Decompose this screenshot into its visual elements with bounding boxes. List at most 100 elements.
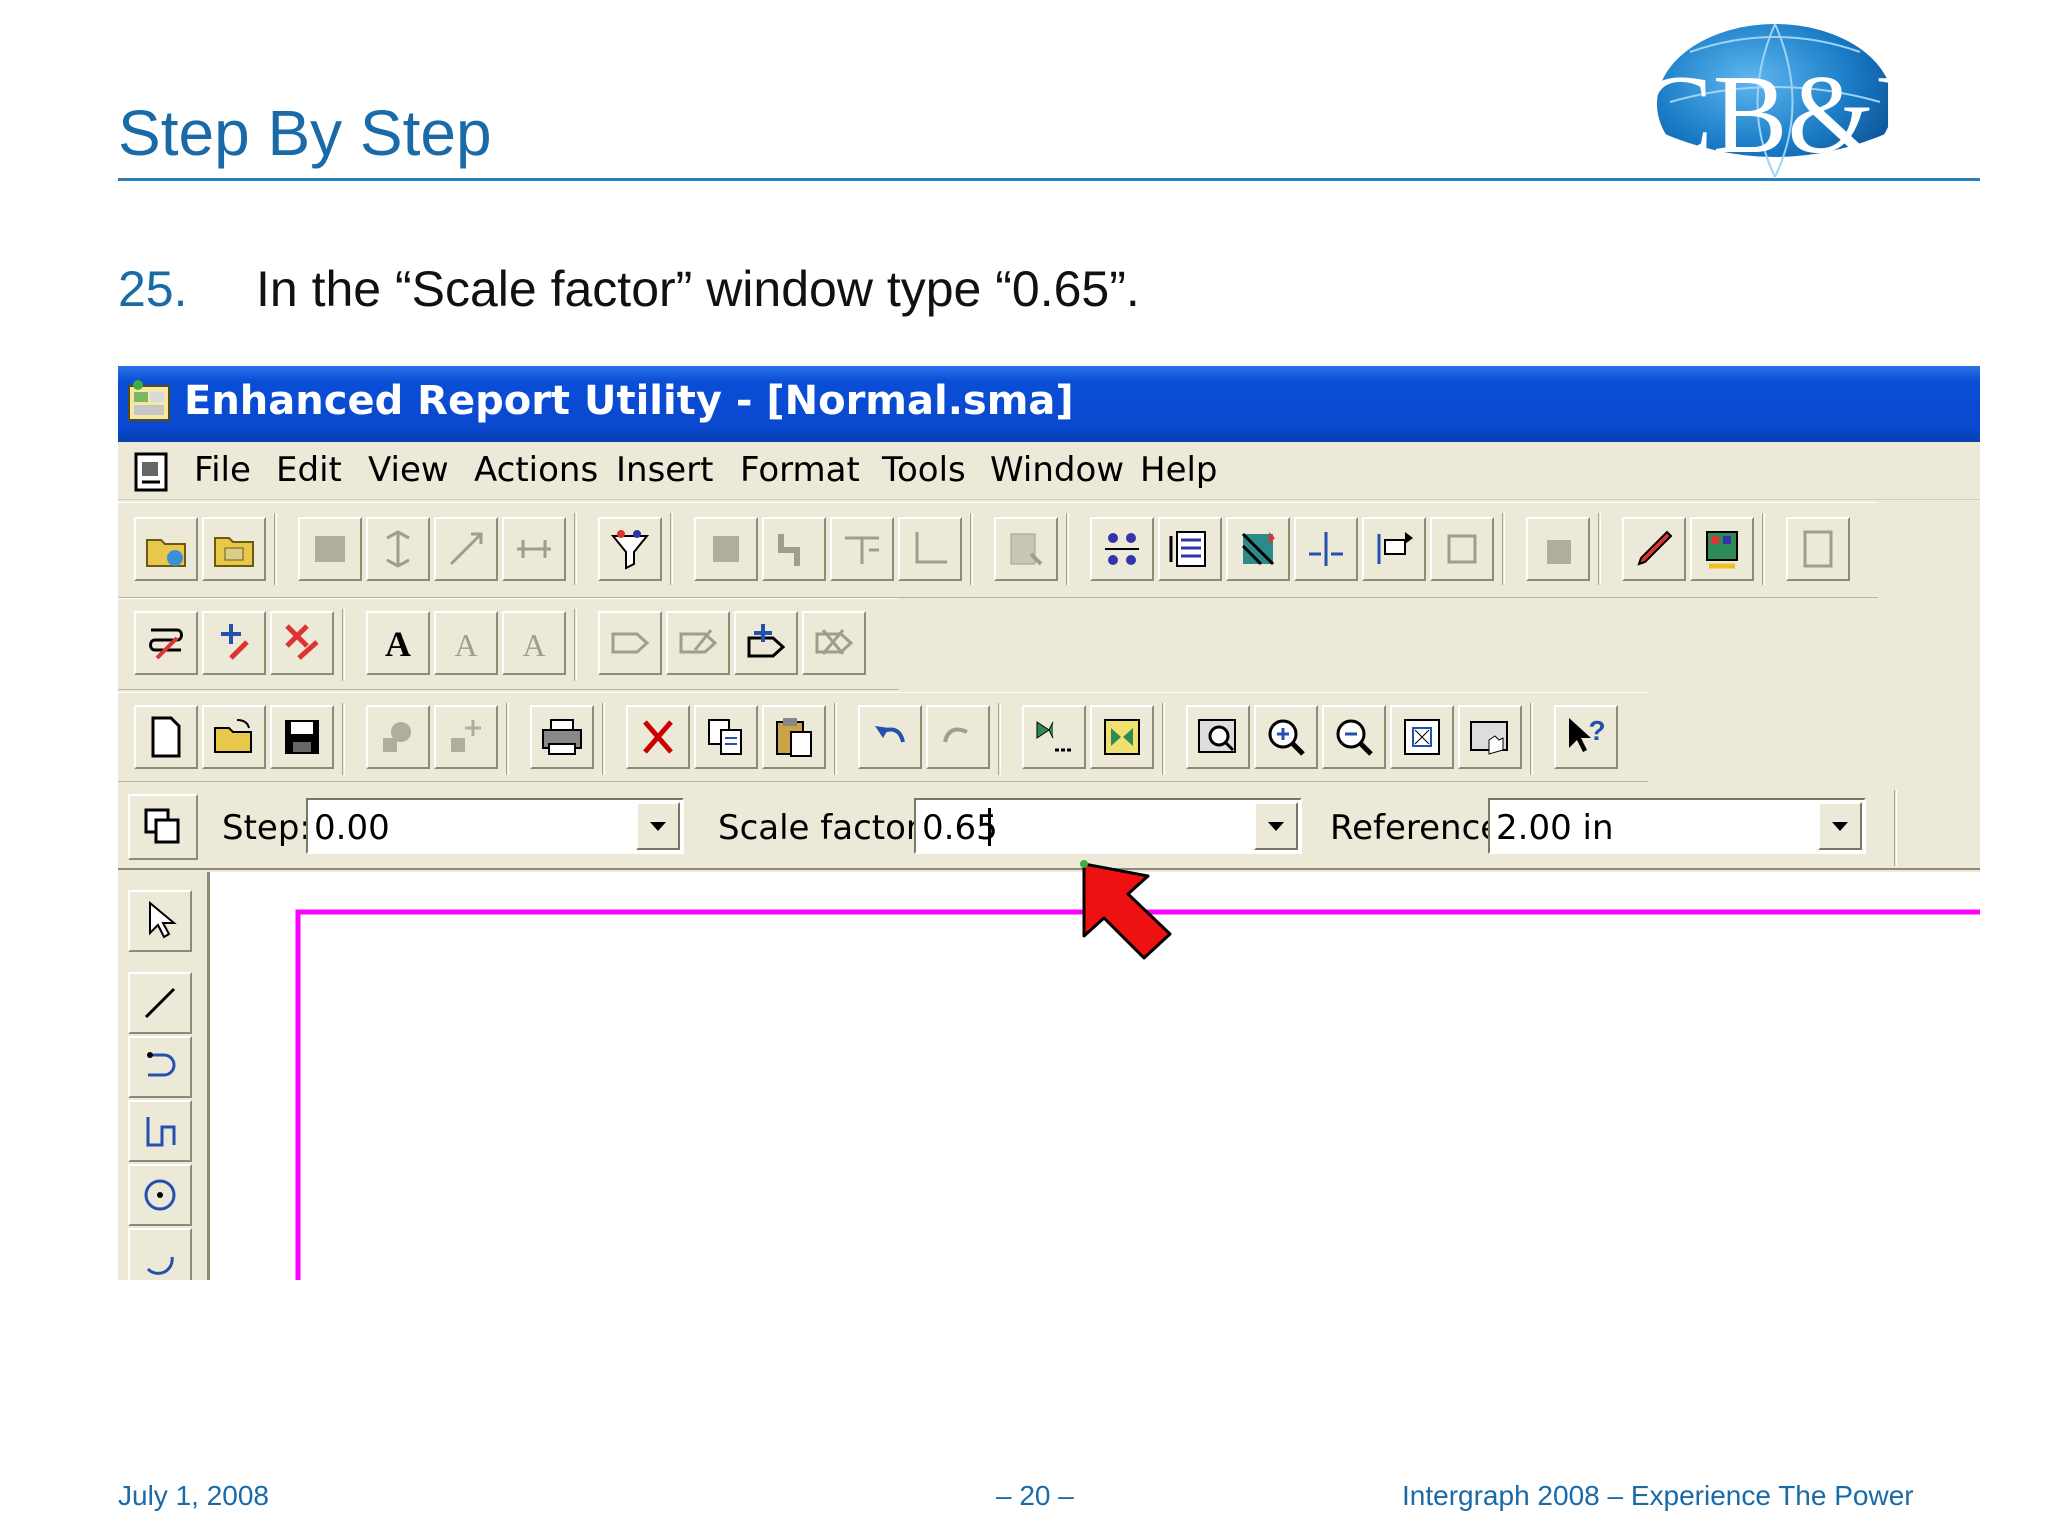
step-number: 25. (118, 261, 188, 317)
chevron-down-icon[interactable] (636, 802, 680, 850)
step-label: Step: (222, 808, 311, 848)
menu-tools[interactable]: Tools (882, 450, 966, 490)
delete-annotation-button[interactable]: A (502, 611, 566, 675)
insert-text-field-button[interactable] (1362, 517, 1426, 581)
zoom-out-icon[interactable] (1322, 705, 1386, 769)
arc-tool-icon[interactable] (128, 1036, 192, 1098)
menu-window[interactable]: Window (990, 450, 1124, 490)
svg-text:A: A (522, 627, 545, 663)
edit-annotation-button[interactable]: A (434, 611, 498, 675)
delete-symbol-button[interactable] (270, 611, 334, 675)
delete-button[interactable] (626, 705, 690, 769)
text-annotation-button[interactable]: A (366, 611, 430, 675)
group-button[interactable] (366, 705, 430, 769)
ellipse-tool-icon[interactable] (128, 1228, 192, 1280)
symbol-frame-button[interactable] (1090, 705, 1154, 769)
menu-view[interactable]: View (368, 450, 449, 490)
edit-label-button[interactable] (666, 611, 730, 675)
chevron-down-icon[interactable] (1254, 802, 1298, 850)
insert-label-button[interactable] (598, 611, 662, 675)
insert-table-button[interactable] (994, 517, 1058, 581)
refresh-button[interactable] (1786, 517, 1850, 581)
menu-actions[interactable]: Actions (474, 450, 598, 490)
window-title: Enhanced Report Utility - [Normal.sma] (184, 378, 1074, 424)
ungroup-button[interactable] (434, 705, 498, 769)
toolbar-annotation: A A A (118, 598, 898, 690)
menu-file[interactable]: File (194, 450, 251, 490)
step-value: 0.00 (314, 808, 390, 848)
open-template-button[interactable] (202, 517, 266, 581)
save-button[interactable] (270, 705, 334, 769)
slide-title: Step By Step (118, 97, 492, 169)
undo-button[interactable] (858, 705, 922, 769)
menu-format[interactable]: Format (740, 450, 860, 490)
step-combo[interactable]: 0.00 (306, 798, 684, 854)
footer-date: July 1, 2008 (118, 1480, 269, 1511)
svg-text:?: ? (1588, 715, 1605, 746)
document-icon[interactable] (132, 450, 172, 494)
cbi-logo: CB&I (1650, 23, 1900, 177)
reference-value: 2.00 in (1496, 808, 1614, 848)
drawing-tool-palette (118, 872, 210, 1280)
new-file-button[interactable] (134, 705, 198, 769)
scale-factor-value: 0.65 (922, 808, 998, 848)
toolbar-standard: ? (118, 692, 1648, 782)
dimension-vertical-button[interactable] (366, 517, 430, 581)
dimension-angled-button[interactable] (434, 517, 498, 581)
pan-button[interactable] (1458, 705, 1522, 769)
select-arrow-icon[interactable] (128, 890, 192, 952)
menu-bar: File Edit View Actions Insert Format Too… (118, 442, 1980, 500)
property-bar: Step: 0.00 Scale factor: 0.65 Reference:… (118, 784, 1980, 870)
open-folder-button[interactable] (134, 517, 198, 581)
pencil-icon[interactable] (1622, 517, 1686, 581)
polyline-tool-icon[interactable] (128, 1100, 192, 1162)
place-symbol-button[interactable] (202, 611, 266, 675)
place-label-button[interactable] (734, 611, 798, 675)
fit-view-button[interactable] (1390, 705, 1454, 769)
list-view-button[interactable] (1158, 517, 1222, 581)
menu-edit[interactable]: Edit (276, 450, 342, 490)
pattern-fill-button[interactable] (1226, 517, 1290, 581)
print-button[interactable] (530, 705, 594, 769)
text-caret (988, 808, 991, 846)
menu-help[interactable]: Help (1140, 450, 1218, 490)
step-line-button[interactable] (762, 517, 826, 581)
align-button[interactable] (1090, 517, 1154, 581)
copy-properties-button[interactable] (128, 794, 198, 860)
context-help-icon[interactable]: ? (1554, 705, 1618, 769)
redo-button[interactable] (926, 705, 990, 769)
reference-label: Reference: (1330, 808, 1513, 848)
app-window: Enhanced Report Utility - [Normal.sma] F… (118, 366, 1980, 1280)
branch-line-button[interactable] (830, 517, 894, 581)
color-palette-button[interactable] (1690, 517, 1754, 581)
app-icon (128, 380, 170, 421)
dimension-horizontal-button[interactable] (502, 517, 566, 581)
menu-insert[interactable]: Insert (616, 450, 714, 490)
svg-text:A: A (385, 624, 411, 664)
label-button[interactable] (694, 517, 758, 581)
paste-button[interactable] (762, 705, 826, 769)
pointer-arrow-icon (1080, 860, 1172, 960)
delete-label-button[interactable] (802, 611, 866, 675)
corner-line-button[interactable] (898, 517, 962, 581)
zoom-in-icon[interactable] (1254, 705, 1318, 769)
window-titlebar[interactable]: Enhanced Report Utility - [Normal.sma] (118, 366, 1980, 442)
insert-symbol-button[interactable] (1022, 705, 1086, 769)
reference-combo[interactable]: 2.00 in (1488, 798, 1866, 854)
split-button[interactable] (1294, 517, 1358, 581)
copy-button[interactable] (694, 705, 758, 769)
circle-tool-icon[interactable] (128, 1164, 192, 1226)
disabled-field-button[interactable] (1430, 517, 1494, 581)
grouped-symbol-button[interactable] (298, 517, 362, 581)
line-tool-icon[interactable] (128, 972, 192, 1034)
chevron-down-icon[interactable] (1818, 802, 1862, 850)
footer-tagline: Intergraph 2008 – Experience The Power (1402, 1480, 1914, 1511)
scale-factor-combo[interactable]: 0.65 (914, 798, 1302, 854)
filter-button[interactable] (598, 517, 662, 581)
rename-symbol-button[interactable] (134, 611, 198, 675)
frame-button[interactable] (1526, 517, 1590, 581)
toolbar-drawing-tools (118, 502, 1878, 598)
title-divider (118, 178, 1980, 181)
zoom-window-button[interactable] (1186, 705, 1250, 769)
open-file-button[interactable] (202, 705, 266, 769)
